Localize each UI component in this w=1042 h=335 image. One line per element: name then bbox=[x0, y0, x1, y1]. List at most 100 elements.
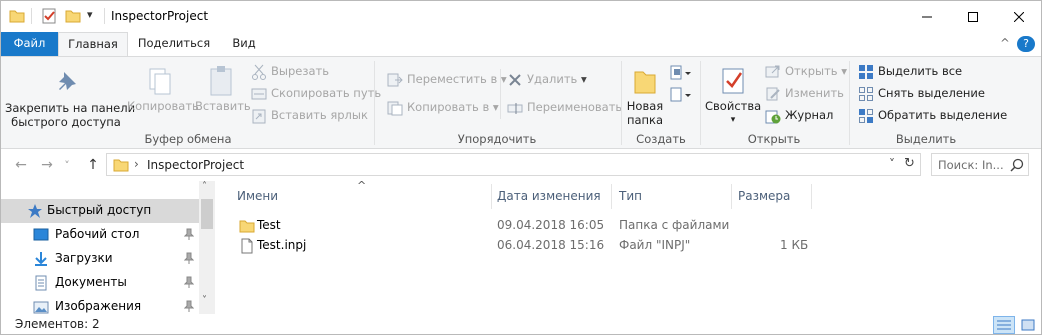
close-button[interactable] bbox=[996, 1, 1041, 32]
open-label: Открыть ▾ bbox=[785, 64, 847, 78]
help-button[interactable]: ? bbox=[1017, 36, 1035, 52]
select-group-label: Выделить bbox=[895, 132, 957, 146]
paste-icon bbox=[210, 66, 232, 96]
select-none-button[interactable]: Снять выделение bbox=[858, 86, 988, 102]
easy-access-button[interactable] bbox=[669, 87, 693, 105]
status-bar: Элементов: 2 bbox=[1, 314, 1041, 334]
open-button[interactable]: Открыть ▾ bbox=[765, 64, 847, 80]
collapse-ribbon-button[interactable]: ^ bbox=[997, 32, 1013, 56]
clipboard-group-label: Буфер обмена bbox=[144, 132, 232, 146]
copy-button[interactable]: Копировать bbox=[127, 63, 199, 129]
folder-icon[interactable] bbox=[9, 8, 25, 26]
column-header-size[interactable]: Размера bbox=[738, 189, 790, 203]
column-divider[interactable] bbox=[731, 184, 732, 209]
edit-button[interactable]: Изменить bbox=[765, 86, 845, 102]
column-header-type[interactable]: Тип bbox=[619, 189, 642, 203]
copy-to-text: Копировать в bbox=[407, 100, 490, 114]
search-input[interactable]: Поиск: In... bbox=[931, 153, 1029, 176]
invert-selection-button[interactable]: Обратить выделение bbox=[858, 108, 1007, 124]
file-row[interactable]: Test 09.04.2018 16:05 Папка с файлами bbox=[235, 215, 835, 237]
window-title: InspectorProject bbox=[111, 9, 209, 23]
forward-button[interactable]: → bbox=[37, 155, 57, 175]
nav-label: Документы bbox=[55, 275, 127, 289]
tab-home[interactable]: Главная bbox=[58, 32, 128, 57]
breadcrumb-chevron[interactable]: › bbox=[134, 157, 139, 171]
scissors-icon bbox=[252, 64, 266, 80]
paste-shortcut-button[interactable]: Вставить ярлык bbox=[251, 108, 371, 124]
group-divider bbox=[621, 61, 622, 145]
delete-button[interactable]: Удалить ▾ bbox=[507, 72, 597, 88]
breadcrumb-item[interactable]: InspectorProject bbox=[147, 158, 244, 172]
open-group-label: Открыть bbox=[747, 132, 801, 146]
large-icons-view-button[interactable] bbox=[1017, 316, 1039, 334]
copy-path-button[interactable]: Скопировать путь bbox=[251, 86, 381, 102]
title-bar: ▾ InspectorProject bbox=[1, 1, 1041, 32]
select-all-button[interactable]: Выделить все bbox=[858, 64, 988, 80]
rename-button[interactable]: Переименовать bbox=[507, 100, 622, 116]
scroll-up-button[interactable]: ˄ bbox=[202, 181, 207, 192]
back-button[interactable]: ← bbox=[11, 155, 31, 175]
column-header-name[interactable]: Имени bbox=[237, 189, 278, 203]
customize-toolbar-dropdown[interactable]: ▾ bbox=[87, 8, 97, 26]
open-icon bbox=[765, 65, 780, 78]
tab-view[interactable]: Вид bbox=[221, 32, 267, 56]
file-icon bbox=[241, 238, 253, 254]
new-item-button[interactable] bbox=[669, 65, 693, 83]
navigation-pane: Быстрый доступ Рабочий стол Загрузки Док… bbox=[1, 181, 215, 314]
scroll-down-button[interactable]: ˅ bbox=[202, 295, 207, 306]
nav-scrollbar[interactable]: ˄ ˅ bbox=[199, 181, 215, 314]
copy-to-button[interactable]: Копировать в ▾ bbox=[387, 100, 499, 116]
nav-item-desktop[interactable]: Рабочий стол bbox=[1, 223, 199, 247]
move-to-button[interactable]: Переместить в ▾ bbox=[387, 72, 507, 88]
tab-file[interactable]: Файл bbox=[1, 32, 58, 56]
file-list: ^ Имени Дата изменения Тип Размера Test … bbox=[215, 179, 1041, 314]
file-row[interactable]: Test.inpj 06.04.2018 15:16 Файл "INPJ" 1… bbox=[235, 235, 835, 257]
rename-icon bbox=[507, 103, 523, 114]
scrollbar-thumb[interactable] bbox=[201, 199, 213, 229]
pin-icon[interactable] bbox=[184, 276, 194, 288]
refresh-button[interactable]: ↻ bbox=[904, 156, 915, 171]
copy-to-label: Копировать в ▾ bbox=[407, 100, 499, 114]
pin-icon[interactable] bbox=[184, 252, 194, 264]
address-bar[interactable]: › InspectorProject ˅ ↻ bbox=[106, 153, 921, 176]
nav-label: Загрузки bbox=[55, 251, 113, 265]
properties-icon[interactable] bbox=[41, 8, 57, 26]
history-button[interactable]: Журнал bbox=[765, 108, 845, 124]
copy-icon bbox=[149, 68, 171, 95]
maximize-button[interactable] bbox=[950, 1, 996, 32]
select-all-label: Выделить все bbox=[878, 64, 963, 78]
pin-icon[interactable] bbox=[184, 228, 194, 240]
star-icon bbox=[28, 204, 42, 218]
nav-item-quick-access[interactable]: Быстрый доступ bbox=[1, 199, 199, 223]
pin-quick-access-button[interactable]: Закрепить на панели быстрого доступа bbox=[5, 63, 135, 129]
ribbon-tabs: Файл Главная Поделиться Вид ^ ? bbox=[1, 32, 1041, 57]
pin-icon[interactable] bbox=[184, 300, 194, 312]
new-folder-label: Новая папка bbox=[626, 99, 664, 127]
nav-item-downloads[interactable]: Загрузки bbox=[1, 247, 199, 271]
history-icon bbox=[765, 110, 781, 124]
column-divider[interactable] bbox=[811, 184, 812, 209]
up-button[interactable]: ↑ bbox=[83, 155, 103, 175]
select-none-icon bbox=[859, 87, 873, 101]
minimize-button[interactable] bbox=[904, 1, 950, 32]
file-type: Папка с файлами bbox=[619, 218, 730, 232]
new-folder-icon[interactable] bbox=[65, 8, 81, 26]
details-view-button[interactable] bbox=[993, 316, 1015, 334]
recent-locations-dropdown[interactable]: ˅ bbox=[61, 155, 73, 175]
cut-button[interactable]: Вырезать bbox=[251, 64, 371, 80]
nav-label: Изображения bbox=[55, 299, 142, 313]
search-placeholder: Поиск: In... bbox=[938, 158, 1004, 172]
sort-indicator-icon: ^ bbox=[357, 179, 367, 192]
file-name: Test bbox=[257, 218, 281, 232]
tab-share[interactable]: Поделиться bbox=[133, 32, 215, 56]
address-dropdown-button[interactable]: ˅ bbox=[889, 157, 895, 171]
toolbar-divider bbox=[104, 8, 105, 24]
properties-button[interactable]: Свойства ▾ bbox=[705, 63, 761, 129]
column-divider[interactable] bbox=[491, 184, 492, 209]
paste-button[interactable]: Вставить bbox=[195, 63, 251, 129]
nav-item-documents[interactable]: Документы bbox=[1, 271, 199, 295]
rename-label: Переименовать bbox=[527, 100, 623, 114]
column-divider[interactable] bbox=[611, 184, 612, 209]
column-header-date[interactable]: Дата изменения bbox=[497, 189, 601, 203]
new-folder-button[interactable]: Новая папка bbox=[625, 63, 665, 129]
